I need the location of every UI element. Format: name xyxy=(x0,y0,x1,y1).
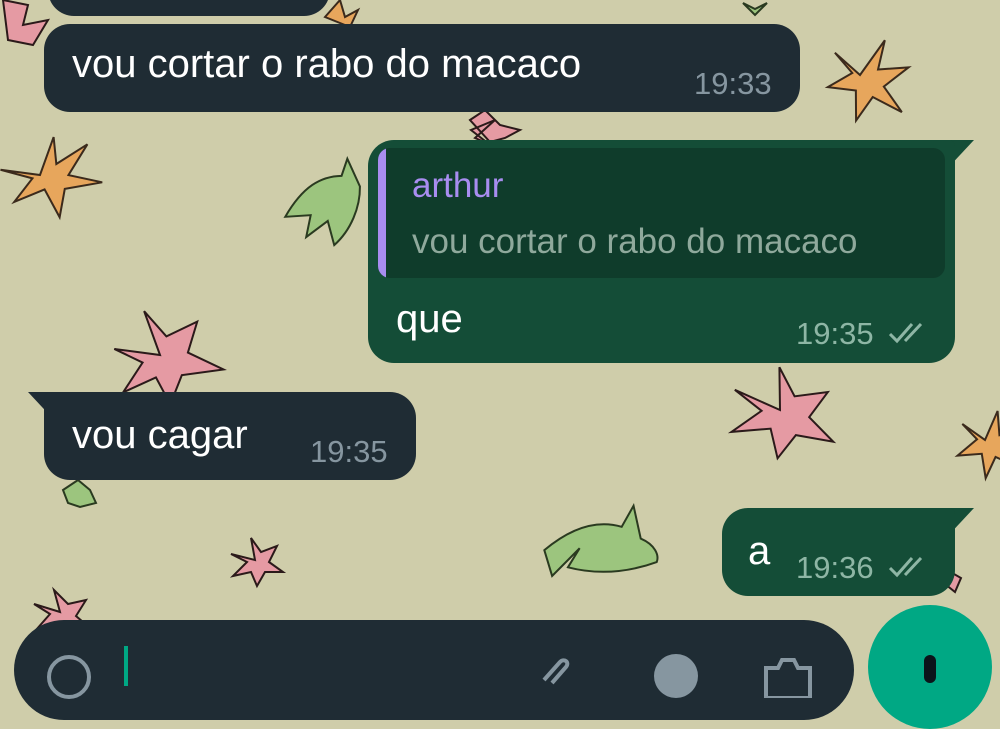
emoji-icon[interactable] xyxy=(44,652,94,702)
message-bubble-incoming[interactable]: vou cortar o rabo do macaco 19:33 xyxy=(44,24,800,112)
message-input-bar[interactable] xyxy=(14,620,854,720)
camera-icon[interactable] xyxy=(760,654,816,698)
leaf-icon xyxy=(468,108,523,145)
leaf-icon xyxy=(0,136,103,221)
message-time: 19:35 xyxy=(310,434,388,469)
leaf-icon xyxy=(727,366,837,461)
reply-quote[interactable]: arthur vou cortar o rabo do macaco xyxy=(378,148,945,278)
payment-icon[interactable] xyxy=(652,652,700,700)
send-button[interactable] xyxy=(868,605,992,729)
message-text: que xyxy=(396,297,463,341)
message-bubble-outgoing[interactable]: a 19:36 xyxy=(722,508,955,596)
message-time: 19:36 xyxy=(796,550,874,585)
leaf-icon xyxy=(742,2,768,17)
message-bubble-incoming[interactable]: vou cagar 19:35 xyxy=(44,392,416,480)
reply-quote-bar xyxy=(378,148,386,278)
message-text: vou cortar o rabo do macaco xyxy=(72,42,582,86)
leaf-icon xyxy=(543,503,659,578)
leaf-icon xyxy=(283,156,361,247)
double-check-icon xyxy=(888,556,923,578)
message-time: 19:33 xyxy=(694,66,772,101)
reply-quote-text: vou cortar o rabo do macaco xyxy=(412,222,858,261)
message-bubble-outgoing[interactable]: arthur vou cortar o rabo do macaco que 1… xyxy=(368,140,955,363)
leaf-icon xyxy=(323,0,361,29)
leaf-icon xyxy=(1,0,51,47)
message-bubble-partial[interactable] xyxy=(48,0,330,16)
message-time: 19:35 xyxy=(796,316,874,351)
attach-icon[interactable] xyxy=(534,650,574,690)
leaf-icon xyxy=(954,410,1000,482)
reply-quote-author: arthur xyxy=(412,166,504,205)
leaf-icon xyxy=(61,478,98,509)
mic-icon xyxy=(924,655,936,683)
double-check-icon xyxy=(888,322,923,344)
message-text: vou cagar xyxy=(72,413,248,457)
leaf-icon xyxy=(229,537,287,589)
text-cursor xyxy=(124,646,128,686)
message-text: a xyxy=(748,529,771,573)
leaf-icon xyxy=(824,39,912,124)
